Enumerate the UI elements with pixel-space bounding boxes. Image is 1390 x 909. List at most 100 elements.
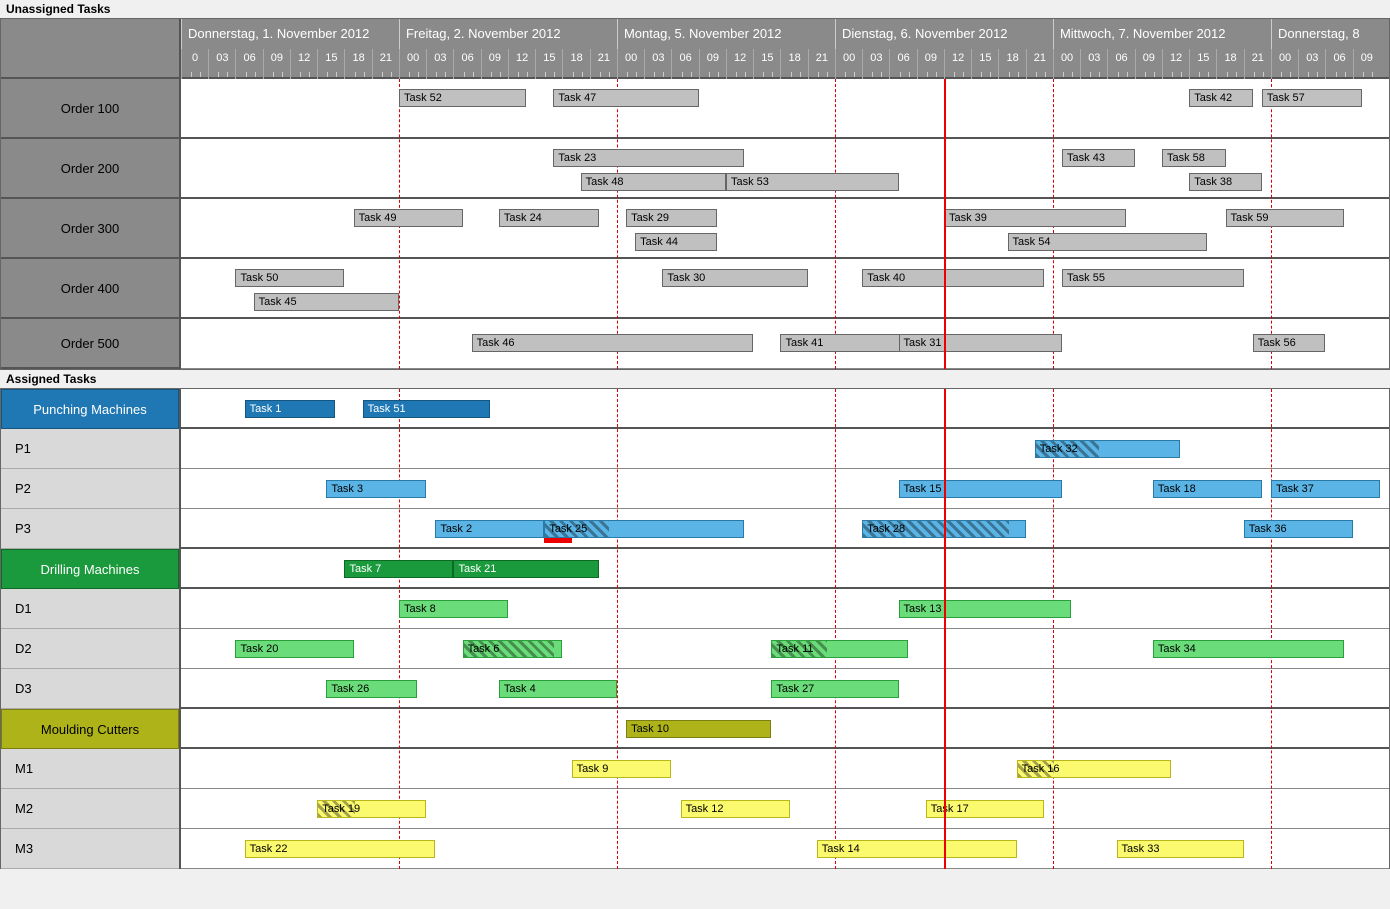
task-bar[interactable]: Task 12 — [681, 800, 790, 818]
hour-header: 00 — [1053, 49, 1080, 79]
machine-group-header[interactable]: Drilling Machines — [1, 549, 179, 589]
task-bar[interactable]: Task 13 — [899, 600, 1072, 618]
task-bar[interactable]: Task 45 — [254, 293, 399, 311]
task-bar[interactable]: Task 41 — [780, 334, 907, 352]
resource-row-label[interactable]: P3 — [1, 509, 179, 549]
task-bar[interactable]: Task 1 — [245, 400, 336, 418]
task-bar[interactable]: Task 55 — [1062, 269, 1244, 287]
task-bar[interactable]: Task 14 — [817, 840, 1017, 858]
task-bar[interactable]: Task 10 — [626, 720, 771, 738]
task-bar[interactable]: Task 8 — [399, 600, 508, 618]
task-bar[interactable]: Task 33 — [1117, 840, 1244, 858]
hour-header: 03 — [208, 49, 235, 79]
task-bar[interactable]: Task 18 — [1153, 480, 1262, 498]
task-bar[interactable]: Task 36 — [1244, 520, 1353, 538]
resource-row-label[interactable]: M3 — [1, 829, 179, 869]
resource-row[interactable] — [181, 509, 1389, 549]
task-bar[interactable]: Task 39 — [944, 209, 1126, 227]
task-bar[interactable]: Task 25 — [544, 520, 744, 538]
task-bar[interactable]: Task 9 — [572, 760, 672, 778]
machine-group-row[interactable] — [181, 709, 1389, 749]
task-bar[interactable]: Task 52 — [399, 89, 526, 107]
resource-row-label[interactable]: D3 — [1, 669, 179, 709]
hour-header: 03 — [1080, 49, 1107, 79]
order-row-label[interactable]: Order 100 — [1, 79, 179, 139]
task-bar[interactable]: Task 43 — [1062, 149, 1135, 167]
resource-row-label[interactable]: P2 — [1, 469, 179, 509]
task-bar[interactable]: Task 30 — [662, 269, 807, 287]
task-bar[interactable]: Task 34 — [1153, 640, 1344, 658]
resource-row-label[interactable]: P1 — [1, 429, 179, 469]
task-bar[interactable]: Task 58 — [1162, 149, 1226, 167]
task-bar[interactable]: Task 51 — [363, 400, 490, 418]
unassigned-left-header — [1, 19, 179, 79]
task-bar[interactable]: Task 42 — [1189, 89, 1253, 107]
hour-header: 09 — [481, 49, 508, 79]
machine-group-header[interactable]: Punching Machines — [1, 389, 179, 429]
unassigned-title: Unassigned Tasks — [0, 0, 1390, 18]
task-bar[interactable]: Task 16 — [1017, 760, 1171, 778]
task-bar[interactable]: Task 31 — [899, 334, 1062, 352]
task-bar[interactable]: Task 7 — [344, 560, 453, 578]
day-separator — [1053, 389, 1054, 869]
task-bar[interactable]: Task 59 — [1226, 209, 1344, 227]
resource-row-label[interactable]: M1 — [1, 749, 179, 789]
task-bar[interactable]: Task 40 — [862, 269, 1044, 287]
order-row[interactable] — [181, 199, 1389, 259]
resource-row[interactable] — [181, 429, 1389, 469]
task-bar[interactable]: Task 23 — [553, 149, 744, 167]
task-bar[interactable]: Task 27 — [771, 680, 898, 698]
task-bar[interactable]: Task 57 — [1262, 89, 1362, 107]
order-row-label[interactable]: Order 400 — [1, 259, 179, 319]
task-bar[interactable]: Task 11 — [771, 640, 907, 658]
task-bar[interactable]: Task 44 — [635, 233, 717, 251]
conflict-indicator — [544, 538, 571, 543]
resource-row-label[interactable]: D2 — [1, 629, 179, 669]
machine-group-header[interactable]: Moulding Cutters — [1, 709, 179, 749]
day-header: Freitag, 2. November 2012 — [399, 19, 617, 49]
hour-header: 21 — [590, 49, 617, 79]
task-bar[interactable]: Task 2 — [435, 520, 544, 538]
task-bar[interactable]: Task 48 — [581, 173, 726, 191]
resource-row-label[interactable]: D1 — [1, 589, 179, 629]
task-bar[interactable]: Task 49 — [354, 209, 463, 227]
hour-header: 03 — [1298, 49, 1325, 79]
hour-header: 03 — [862, 49, 889, 79]
task-bar[interactable]: Task 4 — [499, 680, 617, 698]
resource-row[interactable] — [181, 589, 1389, 629]
task-bar[interactable]: Task 56 — [1253, 334, 1326, 352]
task-bar[interactable]: Task 19 — [317, 800, 426, 818]
resource-row-label[interactable]: M2 — [1, 789, 179, 829]
task-bar[interactable]: Task 3 — [326, 480, 426, 498]
resource-row[interactable] — [181, 749, 1389, 789]
task-bar[interactable]: Task 24 — [499, 209, 599, 227]
task-bar[interactable]: Task 22 — [245, 840, 436, 858]
task-bar[interactable]: Task 54 — [1008, 233, 1208, 251]
hour-header: 21 — [372, 49, 399, 79]
task-bar[interactable]: Task 6 — [463, 640, 563, 658]
task-bar[interactable]: Task 46 — [472, 334, 754, 352]
task-bar[interactable]: Task 32 — [1035, 440, 1180, 458]
order-row-label[interactable]: Order 300 — [1, 199, 179, 259]
task-bar[interactable]: Task 38 — [1189, 173, 1262, 191]
hour-header: 21 — [1244, 49, 1271, 79]
timeline-header: Donnerstag, 1. November 2012Freitag, 2. … — [181, 19, 1389, 79]
task-bar[interactable]: Task 37 — [1271, 480, 1380, 498]
task-bar[interactable]: Task 21 — [453, 560, 598, 578]
unassigned-timeline[interactable]: Task 52 Task 47 Task 42 Task 57 Task 23 Task … — [181, 79, 1389, 369]
order-row-label[interactable]: Order 200 — [1, 139, 179, 199]
hour-header: 15 — [971, 49, 998, 79]
assigned-timeline[interactable]: Task 1 Task 51 Task 32 Task 3 Task 15 Task 18… — [181, 389, 1389, 869]
task-bar[interactable]: Task 47 — [553, 89, 698, 107]
task-bar[interactable]: Task 50 — [235, 269, 344, 287]
hour-header: 12 — [1162, 49, 1189, 79]
task-bar[interactable]: Task 20 — [235, 640, 353, 658]
task-bar[interactable]: Task 26 — [326, 680, 417, 698]
task-bar[interactable]: Task 53 — [726, 173, 899, 191]
task-bar[interactable]: Task 15 — [899, 480, 1062, 498]
task-bar[interactable]: Task 29 — [626, 209, 717, 227]
order-row-label[interactable]: Order 500 — [1, 319, 179, 369]
hour-header: 03 — [644, 49, 671, 79]
order-row[interactable] — [181, 79, 1389, 139]
hour-header: 06 — [453, 49, 480, 79]
